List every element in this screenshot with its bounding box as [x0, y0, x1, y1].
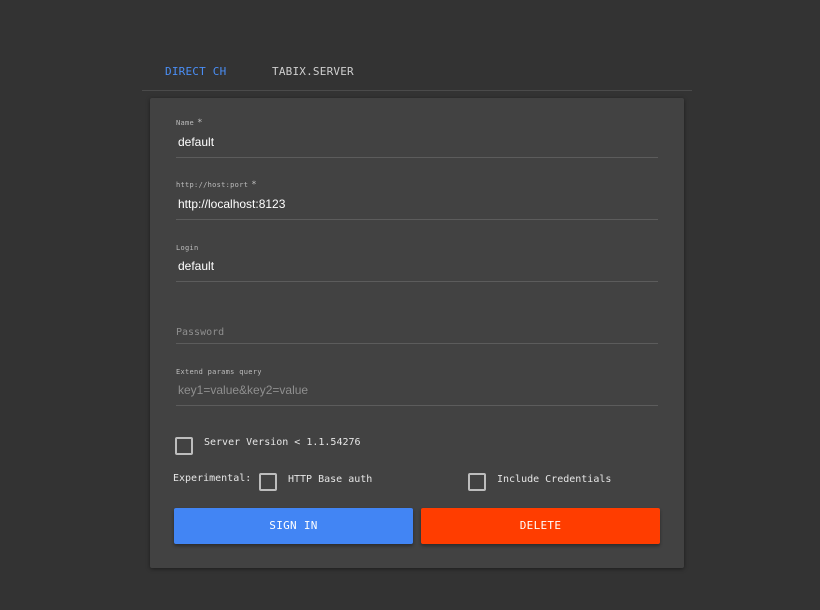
server-version-label: Server Version < 1.1.54276 [204, 437, 361, 448]
extend-params-placeholder: key1=value&key2=value [178, 383, 309, 397]
extend-params-label: Extend params query [176, 368, 262, 376]
name-field[interactable]: Name * default [176, 118, 658, 158]
sign-in-button[interactable]: SIGN IN [174, 508, 413, 544]
tab-direct-ch[interactable]: DIRECT CH [165, 54, 226, 90]
login-card: Name * default http://host:port * http://l… [150, 98, 684, 568]
login-field[interactable]: Login default [176, 244, 658, 282]
connection-tabs: DIRECT CH TABIX.SERVER [142, 54, 692, 91]
include-credentials-label: Include Credentials [497, 474, 612, 485]
login-value: default [178, 259, 215, 273]
name-value: default [178, 135, 215, 149]
name-label: Name [176, 119, 195, 127]
http-base-auth-checkbox[interactable] [259, 473, 277, 491]
delete-button[interactable]: DELETE [421, 508, 660, 544]
tab-tabix-server[interactable]: TABIX.SERVER [272, 54, 354, 90]
login-label: Login [176, 244, 199, 252]
password-placeholder: Password [176, 327, 225, 338]
server-version-checkbox[interactable] [175, 437, 193, 455]
extend-params-field[interactable]: Extend params query key1=value&key2=valu… [176, 368, 658, 406]
host-port-value: http://localhost:8123 [178, 197, 286, 211]
required-mark: * [251, 180, 257, 190]
required-mark: * [197, 118, 203, 128]
host-port-field[interactable]: http://host:port * http://localhost:8123 [176, 180, 658, 220]
include-credentials-checkbox[interactable] [468, 473, 486, 491]
http-base-auth-label: HTTP Base auth [288, 474, 373, 485]
password-field[interactable]: Password [176, 320, 658, 344]
host-port-label: http://host:port [176, 181, 249, 189]
experimental-label: Experimental: [173, 473, 252, 484]
